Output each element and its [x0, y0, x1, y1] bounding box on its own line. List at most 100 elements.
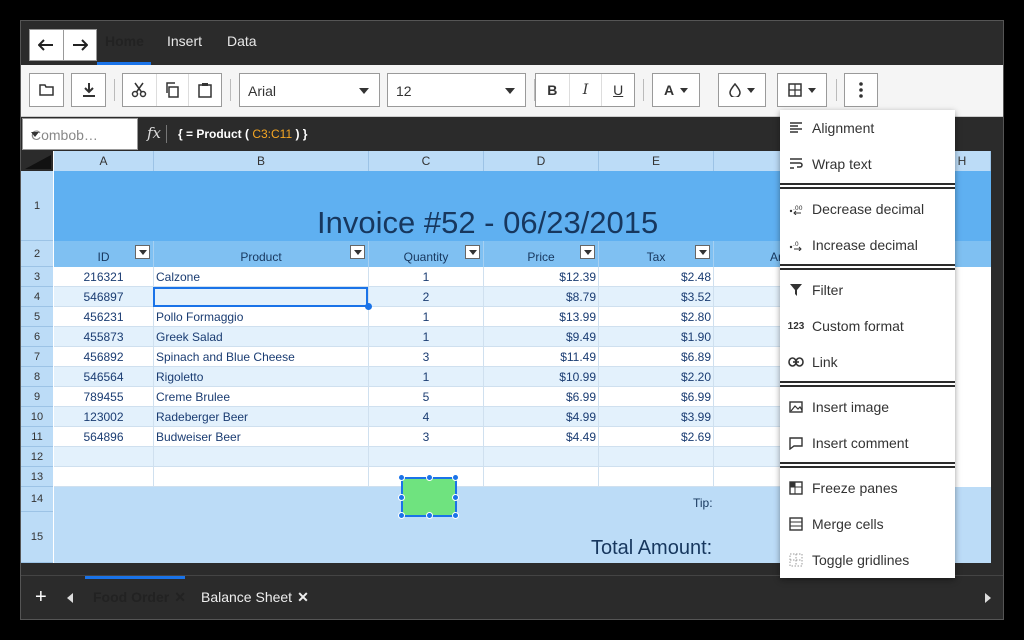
row-header[interactable]: 1 — [21, 171, 53, 241]
row-header[interactable]: 12 — [21, 447, 53, 467]
row-header[interactable]: 2 — [21, 241, 53, 267]
font-family-dropdown[interactable]: Arial — [239, 73, 380, 107]
tab-home[interactable]: Home — [105, 33, 144, 49]
close-icon[interactable]: ✕ — [297, 589, 309, 605]
menu-item-insert-comment[interactable]: Insert comment — [780, 425, 955, 461]
add-sheet-button[interactable]: + — [35, 586, 47, 609]
table-cell[interactable]: 455873 — [54, 327, 154, 347]
fill-handle[interactable] — [365, 303, 372, 310]
table-cell[interactable] — [599, 467, 714, 487]
menu-item-alignment[interactable]: Alignment — [780, 110, 955, 146]
sheet-tab-food-order[interactable]: Food Order ✕ — [93, 589, 186, 606]
row-header[interactable]: 9 — [21, 387, 53, 407]
filter-dropdown-icon[interactable] — [135, 245, 150, 259]
table-cell[interactable]: 1 — [369, 307, 484, 327]
table-cell[interactable] — [369, 447, 484, 467]
font-color-button[interactable]: A — [652, 73, 700, 107]
resize-handle[interactable] — [452, 512, 459, 519]
table-cell[interactable] — [154, 467, 369, 487]
redo-button[interactable] — [62, 30, 96, 60]
table-cell[interactable] — [484, 447, 599, 467]
table-cell[interactable]: $6.89 — [599, 347, 714, 367]
tab-data[interactable]: Data — [227, 33, 257, 49]
table-cell[interactable]: 546897 — [54, 287, 154, 307]
resize-handle[interactable] — [398, 512, 405, 519]
resize-handle[interactable] — [398, 494, 405, 501]
paste-button[interactable] — [188, 74, 221, 106]
resize-handle[interactable] — [426, 512, 433, 519]
filter-dropdown-icon[interactable] — [350, 245, 365, 259]
resize-handle[interactable] — [452, 494, 459, 501]
table-cell[interactable]: Calzone — [154, 267, 369, 287]
column-header[interactable]: B — [154, 151, 369, 171]
row-header[interactable]: 4 — [21, 287, 53, 307]
row-header[interactable]: 13 — [21, 467, 53, 487]
table-cell[interactable]: $3.99 — [599, 407, 714, 427]
menu-item-merge-cells[interactable]: Merge cells — [780, 506, 955, 542]
table-cell[interactable]: Greek Salad — [154, 327, 369, 347]
menu-item-insert-image[interactable]: Insert image — [780, 389, 955, 425]
row-header[interactable]: 3 — [21, 267, 53, 287]
menu-item-link[interactable]: Link — [780, 344, 955, 380]
table-cell[interactable]: $2.48 — [599, 267, 714, 287]
table-cell[interactable]: $11.49 — [484, 347, 599, 367]
download-button[interactable] — [71, 73, 106, 107]
table-cell[interactable] — [54, 447, 154, 467]
table-cell[interactable] — [54, 467, 154, 487]
filter-dropdown-icon[interactable] — [580, 245, 595, 259]
table-cell[interactable]: Spinach and Blue Cheese — [154, 347, 369, 367]
cut-button[interactable] — [123, 74, 156, 106]
table-cell[interactable]: Creme Brulee — [154, 387, 369, 407]
table-cell[interactable]: $6.99 — [484, 387, 599, 407]
table-cell[interactable]: 4 — [369, 407, 484, 427]
table-cell[interactable]: 123002 — [54, 407, 154, 427]
table-cell[interactable]: $12.39 — [484, 267, 599, 287]
select-all-corner[interactable] — [21, 151, 53, 171]
row-header[interactable]: 14 — [21, 487, 53, 512]
resize-handle[interactable] — [398, 474, 405, 481]
table-cell[interactable]: 2 — [369, 287, 484, 307]
column-header[interactable]: C — [369, 151, 484, 171]
tab-insert[interactable]: Insert — [167, 33, 202, 49]
menu-item-custom-format[interactable]: 123 Custom format — [780, 308, 955, 344]
table-cell[interactable]: 546564 — [54, 367, 154, 387]
scroll-left-icon[interactable] — [67, 593, 73, 603]
table-cell[interactable]: Budweiser Beer — [154, 427, 369, 447]
table-cell[interactable]: Rigoletto — [154, 367, 369, 387]
table-cell[interactable] — [154, 447, 369, 467]
table-cell[interactable]: 1 — [369, 267, 484, 287]
table-cell[interactable]: 1 — [369, 367, 484, 387]
formula-input[interactable]: { = Product ( C3:C11 ) } — [178, 127, 307, 141]
row-header[interactable]: 8 — [21, 367, 53, 387]
row-header[interactable]: 11 — [21, 427, 53, 447]
italic-button[interactable]: I — [568, 74, 602, 106]
fill-color-button[interactable] — [718, 73, 766, 107]
table-cell[interactable]: Pollo Formaggio — [154, 307, 369, 327]
table-cell[interactable]: 456231 — [54, 307, 154, 327]
green-shape[interactable] — [398, 474, 459, 519]
menu-item-wrap-text[interactable]: Wrap text — [780, 146, 955, 182]
row-header[interactable]: 15 — [21, 512, 53, 563]
name-box[interactable]: Combob… — [22, 118, 138, 150]
table-cell[interactable]: $2.69 — [599, 427, 714, 447]
scroll-right-icon[interactable] — [985, 593, 991, 603]
table-cell[interactable]: $8.79 — [484, 287, 599, 307]
table-cell[interactable]: $9.49 — [484, 327, 599, 347]
close-icon[interactable]: ✕ — [174, 589, 186, 605]
table-cell[interactable]: 5 — [369, 387, 484, 407]
menu-item-freeze-panes[interactable]: Freeze panes — [780, 470, 955, 506]
resize-handle[interactable] — [426, 474, 433, 481]
table-cell[interactable]: $2.20 — [599, 367, 714, 387]
table-cell[interactable]: 3 — [369, 347, 484, 367]
table-cell[interactable]: $1.90 — [599, 327, 714, 347]
menu-item-filter[interactable]: Filter — [780, 272, 955, 308]
table-cell[interactable]: $4.49 — [484, 427, 599, 447]
selected-cell[interactable] — [153, 287, 368, 307]
open-button[interactable] — [29, 73, 64, 107]
more-options-button[interactable] — [844, 73, 878, 107]
table-cell[interactable]: 3 — [369, 427, 484, 447]
borders-button[interactable] — [777, 73, 827, 107]
column-header[interactable]: D — [484, 151, 599, 171]
bold-button[interactable]: B — [536, 74, 569, 106]
row-header[interactable]: 7 — [21, 347, 53, 367]
